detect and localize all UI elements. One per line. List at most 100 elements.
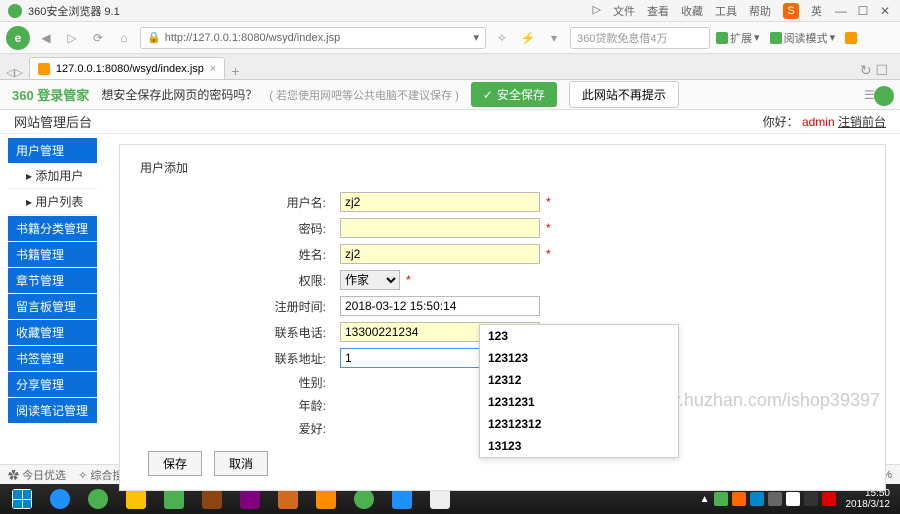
tray-icon[interactable] [786, 492, 800, 506]
url-input[interactable]: 🔒 http://127.0.0.1:8080/wsyd/index.jsp ▾ [140, 27, 486, 49]
lock-icon: 🔒 [147, 31, 161, 44]
username-label: admin [802, 115, 835, 129]
ext-expand[interactable]: 扩展 ▾ [716, 30, 760, 46]
tray-icon[interactable] [804, 492, 818, 506]
start-button[interactable] [4, 486, 40, 512]
label-age: 年龄: [140, 397, 340, 414]
input-username[interactable] [340, 192, 540, 212]
autocomplete-item[interactable]: 12312312 [480, 413, 678, 435]
ext-reader[interactable]: 阅读模式 ▾ [770, 30, 836, 46]
back-button[interactable]: ◀ [36, 28, 56, 48]
forward-button[interactable]: ▷ [62, 28, 82, 48]
autocomplete-item[interactable]: 123123 [480, 347, 678, 369]
tab-overflow-icon[interactable]: ↻ ☐ [854, 62, 894, 79]
tray-icon[interactable] [768, 492, 782, 506]
req-icon: * [406, 273, 411, 287]
ext-fav[interactable] [845, 32, 857, 44]
content-area: 用户添加 用户名: * 密码: * 姓名: * 权限: 作家* 注册时间: [105, 134, 900, 464]
req-icon: * [546, 221, 551, 235]
user-info: 你好： admin 注销前台 [763, 113, 886, 130]
browser-logo-icon[interactable]: e [6, 26, 30, 50]
address-bar: e ◀ ▷ ⟳ ⌂ 🔒 http://127.0.0.1:8080/wsyd/i… [0, 22, 900, 54]
never-save-button[interactable]: 此网站不再提示 [569, 81, 679, 108]
save-password-bar: 360 登录管家 想安全保存此网页的密码吗？ ( 若您使用网吧等公共电脑不建议保… [0, 80, 900, 110]
taskbar-360[interactable] [80, 486, 116, 512]
input-name[interactable] [340, 244, 540, 264]
reload-button[interactable]: ⟳ [88, 28, 108, 48]
page-title: 网站管理后台 [14, 112, 92, 131]
browser-tab[interactable]: 127.0.0.1:8080/wsyd/index.jsp × [29, 57, 225, 79]
req-icon: * [546, 247, 551, 261]
today-pick[interactable]: ✿ 今日优选 [8, 467, 66, 483]
tab-close-icon[interactable]: × [210, 63, 216, 75]
sidebar-book-mgmt[interactable]: 书籍管理 [8, 242, 97, 267]
tray-up-icon[interactable]: ▲ [700, 494, 710, 505]
sidebar-book-category[interactable]: 书籍分类管理 [8, 216, 97, 241]
select-role[interactable]: 作家 [340, 270, 400, 290]
label-name: 姓名: [140, 246, 340, 263]
tray-sogou-icon[interactable] [822, 492, 836, 506]
panel-title: 用户添加 [140, 159, 865, 176]
dropdown-icon[interactable]: ▾ [474, 31, 480, 44]
autocomplete-item[interactable]: 12312 [480, 369, 678, 391]
save-question: 想安全保存此网页的密码吗？ [101, 86, 257, 103]
sidebar-share-mgmt[interactable]: 分享管理 [8, 372, 97, 397]
notification-badge[interactable] [874, 86, 894, 106]
save-button[interactable]: 保存 [148, 451, 202, 476]
new-tab-button[interactable]: + [231, 63, 239, 79]
sidebar-chapter-mgmt[interactable]: 章节管理 [8, 268, 97, 293]
menu-tools[interactable]: 工具 [715, 3, 737, 19]
maximize-button[interactable]: ☐ [856, 4, 870, 18]
autocomplete-item[interactable]: 13123 [480, 435, 678, 457]
lightning-icon[interactable]: ⚡ [518, 28, 538, 48]
menu-file[interactable]: 文件 [613, 3, 635, 19]
home-button[interactable]: ⌂ [114, 28, 134, 48]
req-icon: * [546, 195, 551, 209]
sidebar-add-user[interactable]: ▸ 添加用户 [8, 163, 97, 189]
tab-favicon-icon [38, 63, 50, 75]
label-address: 联系地址: [140, 350, 340, 367]
main-layout: 用户管理 ▸ 添加用户 ▸ 用户列表 书籍分类管理 书籍管理 章节管理 留言板管… [0, 134, 900, 464]
autocomplete-item[interactable]: 123 [480, 325, 678, 347]
label-regtime: 注册时间: [140, 298, 340, 315]
tab-title: 127.0.0.1:8080/wsyd/index.jsp [56, 63, 204, 75]
tray-icon[interactable] [732, 492, 746, 506]
browser-titlebar: 360安全浏览器 9.1 ▷ 文件 查看 收藏 工具 帮助 S 英 — ☐ ✕ [0, 0, 900, 22]
cancel-button[interactable]: 取消 [214, 451, 268, 476]
label-username: 用户名: [140, 194, 340, 211]
minimize-button[interactable]: — [834, 4, 848, 18]
tab-bar: ◁▷ 127.0.0.1:8080/wsyd/index.jsp × + ↻ ☐ [0, 54, 900, 80]
chevron-icon[interactable]: ▾ [544, 28, 564, 48]
sidebar-header-user[interactable]: 用户管理 [8, 138, 97, 163]
menu-view[interactable]: 查看 [647, 3, 669, 19]
sidebar-fav-mgmt[interactable]: 收藏管理 [8, 320, 97, 345]
tab-prefix-icon[interactable]: ◁▷ [6, 66, 23, 79]
sidebar-message-mgmt[interactable]: 留言板管理 [8, 294, 97, 319]
ime-label: 英 [811, 3, 822, 19]
close-button[interactable]: ✕ [878, 4, 892, 18]
autocomplete-dropdown: 123 123123 12312 1231231 12312312 13123 [479, 324, 679, 458]
input-password[interactable] [340, 218, 540, 238]
search-input[interactable]: 360贷款免息借4万 [570, 27, 710, 49]
save-note: ( 若您使用网吧等公共电脑不建议保存 ) [269, 87, 458, 103]
input-regtime[interactable] [340, 296, 540, 316]
tray-icon[interactable] [714, 492, 728, 506]
menu-fav[interactable]: 收藏 [681, 3, 703, 19]
page-header: 网站管理后台 你好： admin 注销前台 [0, 110, 900, 134]
label-phone: 联系电话: [140, 324, 340, 341]
taskbar-ie[interactable] [42, 486, 78, 512]
autocomplete-item[interactable]: 1231231 [480, 391, 678, 413]
sidebar-notes-mgmt[interactable]: 阅读笔记管理 [8, 398, 97, 423]
zoom-icon[interactable]: ✧ [492, 28, 512, 48]
sidebar-user-list[interactable]: ▸ 用户列表 [8, 189, 97, 215]
save-password-button[interactable]: ✓ 安全保存 [471, 82, 557, 107]
tray-icon[interactable] [750, 492, 764, 506]
label-hobby: 爱好: [140, 420, 340, 437]
sidebar: 用户管理 ▸ 添加用户 ▸ 用户列表 书籍分类管理 书籍管理 章节管理 留言板管… [0, 134, 105, 464]
menu-help[interactable]: 帮助 [749, 3, 771, 19]
sogou-ime-icon: S [783, 3, 799, 19]
label-role: 权限: [140, 272, 340, 289]
logout-link[interactable]: 注销前台 [838, 115, 886, 129]
sidebar-bookmark-mgmt[interactable]: 书签管理 [8, 346, 97, 371]
label-gender: 性别: [140, 374, 340, 391]
